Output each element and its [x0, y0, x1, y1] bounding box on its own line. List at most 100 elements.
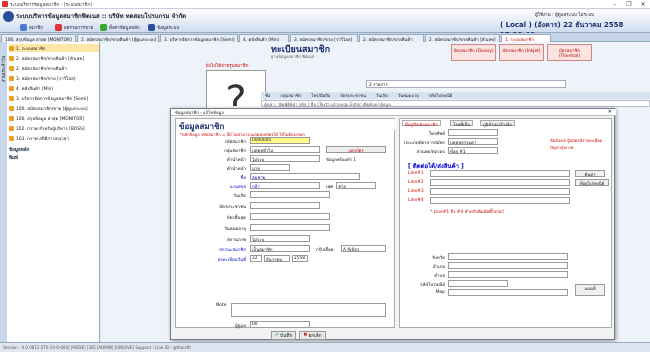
user-select[interactable]: 00: [250, 321, 310, 328]
dialog-close-button[interactable]: ✕: [608, 109, 612, 115]
col-birth[interactable]: วันเกิด: [376, 92, 388, 99]
address-line1[interactable]: [430, 170, 570, 177]
line4-label: Line#4: [408, 198, 424, 203]
postal-address-button[interactable]: ที่อยู่ไปรษณีย์: [575, 179, 609, 187]
sidebar-item-label: 4. คลังสินค้า (Min): [16, 86, 54, 92]
marital-status-select[interactable]: ไม่ระบุ: [250, 235, 310, 242]
col-idcard[interactable]: บัตรประชาชน: [340, 92, 366, 99]
member-code-input[interactable]: 0000000: [250, 137, 310, 144]
card-type-select[interactable]: บุคคลธรรมดา: [448, 138, 498, 145]
sidebar-item-register-admin[interactable]: 100. สมัครสมาชิก/ขาย [ตู้ดูแลระบบ]: [9, 104, 99, 112]
toolbar-system-button[interactable]: ข้อมูลระบบ: [148, 23, 179, 32]
subdistrict-select[interactable]: [448, 271, 568, 278]
col-group[interactable]: กลุ่มสมาชิก: [280, 92, 301, 99]
blood-label: กรุ๊ปเลือด: [316, 248, 334, 253]
first-name-input[interactable]: สมชาย: [250, 173, 360, 180]
subdistrict-label: ตำบล: [434, 274, 445, 279]
sidebar-item-register-ravioli[interactable]: 3. สมัครสมาชิก/ขาย [ราวิโอล]: [9, 74, 99, 82]
toolbar-sales-button[interactable]: ผลรวมการขาย: [55, 23, 93, 32]
map-button[interactable]: แผนที่: [575, 284, 605, 296]
card-end-input[interactable]: [250, 213, 330, 220]
expiry-date-input[interactable]: [250, 224, 330, 231]
note-textarea[interactable]: [231, 303, 386, 317]
address-line3[interactable]: [430, 188, 570, 195]
toolbar-settings-button[interactable]: ตั้งค่าข้อมูลหลัก: [100, 23, 140, 32]
minimize-button[interactable]: –: [608, 0, 622, 9]
register-day[interactable]: 22: [250, 255, 262, 262]
card-glossy-button[interactable]: บัตรสมาชิก (Glossy): [451, 44, 496, 61]
address-line2[interactable]: [430, 179, 570, 186]
tab-register[interactable]: 2. สมัครสมาชิก/ขายสินค้า: [359, 34, 424, 42]
last-name-input[interactable]: กล้า: [250, 182, 320, 189]
folder-icon: [9, 115, 14, 121]
sidebar-item-register[interactable]: 2. สมัครสมาชิก/ขายสินค้า: [9, 64, 99, 72]
save-button[interactable]: ✔ บันทึก: [271, 331, 297, 340]
birth-date-input[interactable]: [250, 191, 330, 198]
member-group-select[interactable]: บุคคลทั่วไป: [250, 146, 320, 153]
split-card-button[interactable]: แยกบัตร: [326, 146, 386, 153]
close-button[interactable]: ✕: [636, 0, 650, 9]
app-title: ระบบบริหารข้อมูลสมาชิกฟิตเนส :: บริษัท ท…: [16, 13, 186, 20]
tab-member-semi[interactable]: 3. บริหารจัดการข้อมูลสมาชิก [Semi]: [160, 34, 238, 42]
col-phone[interactable]: โทร/มือถือ: [311, 92, 330, 99]
tab-member-system[interactable]: 1. ระบบสมาชิก: [501, 34, 551, 42]
search-input[interactable]: ค้นหา : พิมพ์คีย์คำ รหัส / ชื่อ (Text) แ…: [261, 100, 650, 107]
sidebar-item-label: 3. บริหารจัดการข้อมูลสมาชิก [Semi]: [16, 96, 89, 102]
dialog-footer: ✔ บันทึก ✖ ยกเลิก: [271, 331, 326, 340]
folder-icon: [9, 75, 14, 81]
sidebar: งานประจำวัน 1. ระบบสมาชิก 2. สมัครสมาชิก…: [0, 42, 100, 342]
sidebar-section-master[interactable]: ข้อมูลหลัก: [9, 147, 29, 154]
card-thermal-button[interactable]: บัตรสมาชิก (Thermal): [547, 44, 592, 61]
idcard-input[interactable]: [250, 202, 320, 209]
member-state-label: สถานะสมาชิก: [219, 248, 246, 253]
toolbar-member-button[interactable]: สมาชิก: [20, 23, 43, 32]
tab-monitor[interactable]: 100. สรุปข้อมูล ล่าสุด [MONITOR]: [1, 34, 76, 42]
sidebar-item-member-system[interactable]: 1. ระบบสมาชิก: [9, 44, 99, 52]
prefix-select[interactable]: ไม่ระบุ: [250, 155, 320, 162]
health-hint: ข้อสังเกต ผู้สมัครมีรายละเอียดปัญหาสุขภา…: [550, 138, 603, 150]
tab-register-ravioli[interactable]: 3. สมัครสมาชิก/ขาย [ราวิโอล]: [290, 34, 358, 42]
phone-input[interactable]: [448, 129, 498, 136]
window-titlebar: ระบบบริหารข้อมูลสมาชิก - [ระบบสมาชิก] – …: [0, 0, 650, 9]
blood-select[interactable]: A สีเขียว: [341, 245, 386, 252]
discount-select[interactable]: ที่อยู่ #1: [448, 147, 498, 154]
title-input[interactable]: นาย: [250, 164, 290, 171]
tab-address[interactable]: ที่อยู่/ติดต่อสมาชิก: [402, 120, 441, 127]
sidebar-item-stock[interactable]: 4. คลังสินค้า (Min): [9, 84, 99, 92]
document-tabs: 100. สรุปข้อมูล ล่าสุด [MONITOR] 2. สมัค…: [0, 33, 650, 42]
column-headers: ชื่อ กลุ่มสมาชิก โทร/มือถือ บัตรประชาชน …: [261, 92, 650, 99]
col-expiry[interactable]: วันหมดอายุ: [398, 92, 419, 99]
cancel-button[interactable]: ✖ ยกเลิก: [299, 331, 326, 340]
col-zip[interactable]: รหัสไปรษณีย์: [429, 92, 453, 99]
sidebar-vertical-tab[interactable]: งานประจำวัน: [0, 42, 7, 342]
zip-input[interactable]: [448, 280, 508, 287]
tab-register-number[interactable]: 2. สมัครสมาชิก/ขายสินค้า [ตัวเลข]: [425, 34, 500, 42]
province-select[interactable]: [448, 253, 568, 260]
sidebar-item-member-semi[interactable]: 3. บริหารจัดการข้อมูลสมาชิก [Semi]: [9, 94, 99, 102]
phone-label: โทรศัพท์: [428, 132, 445, 137]
district-select[interactable]: [448, 262, 568, 269]
sidebar-item-register-number[interactable]: 2. สมัครสมาชิก/ขายสินค้า [ตัวเลข]: [9, 54, 99, 62]
tab-disease[interactable]: โรคที่เป็น: [450, 120, 474, 127]
app-icon: [2, 1, 8, 7]
sidebar-item-boss[interactable]: 102. กราฟ สำหรับผู้บริหาร [BOSS]: [9, 124, 99, 132]
system-icon: [148, 24, 155, 31]
sidebar-item-time-stats[interactable]: 103. กราฟ สถิติการลงเวลา: [9, 134, 99, 142]
tab-stock[interactable]: 4. คลังสินค้า (Min): [239, 34, 289, 42]
cancel-label: ยกเลิก: [308, 333, 322, 339]
tab-register-admin[interactable]: 2. สมัครสมาชิก/ขายสินค้า [ตู้ดูแลระบบ]: [77, 34, 159, 42]
member-state-select[interactable]: เป็นสมาชิก: [250, 245, 310, 252]
address-line4[interactable]: [430, 197, 570, 204]
ready-checkbox[interactable]: ข้อมูลพร้อมทำ 1: [326, 156, 356, 163]
sidebar-section-print[interactable]: พิมพ์: [9, 155, 18, 162]
col-name[interactable]: ชื่อ: [265, 92, 270, 99]
card-inkjet-button[interactable]: บัตรสมาชิก (Inkjet): [499, 44, 544, 61]
sex-select[interactable]: ชาย: [336, 182, 376, 189]
map-input[interactable]: [448, 289, 568, 296]
register-year[interactable]: 2558: [292, 255, 308, 262]
sidebar-item-monitor[interactable]: 100. สรุปข้อมูล ล่าสุด [MONITOR]: [9, 114, 99, 122]
maximize-button[interactable]: ❐: [622, 0, 636, 9]
register-month[interactable]: ธันวาคม: [264, 255, 290, 262]
tab-hometown[interactable]: ภูมิลำเนาอ้างอิง: [480, 120, 515, 127]
search-address-button[interactable]: ค้นหา: [575, 170, 605, 178]
